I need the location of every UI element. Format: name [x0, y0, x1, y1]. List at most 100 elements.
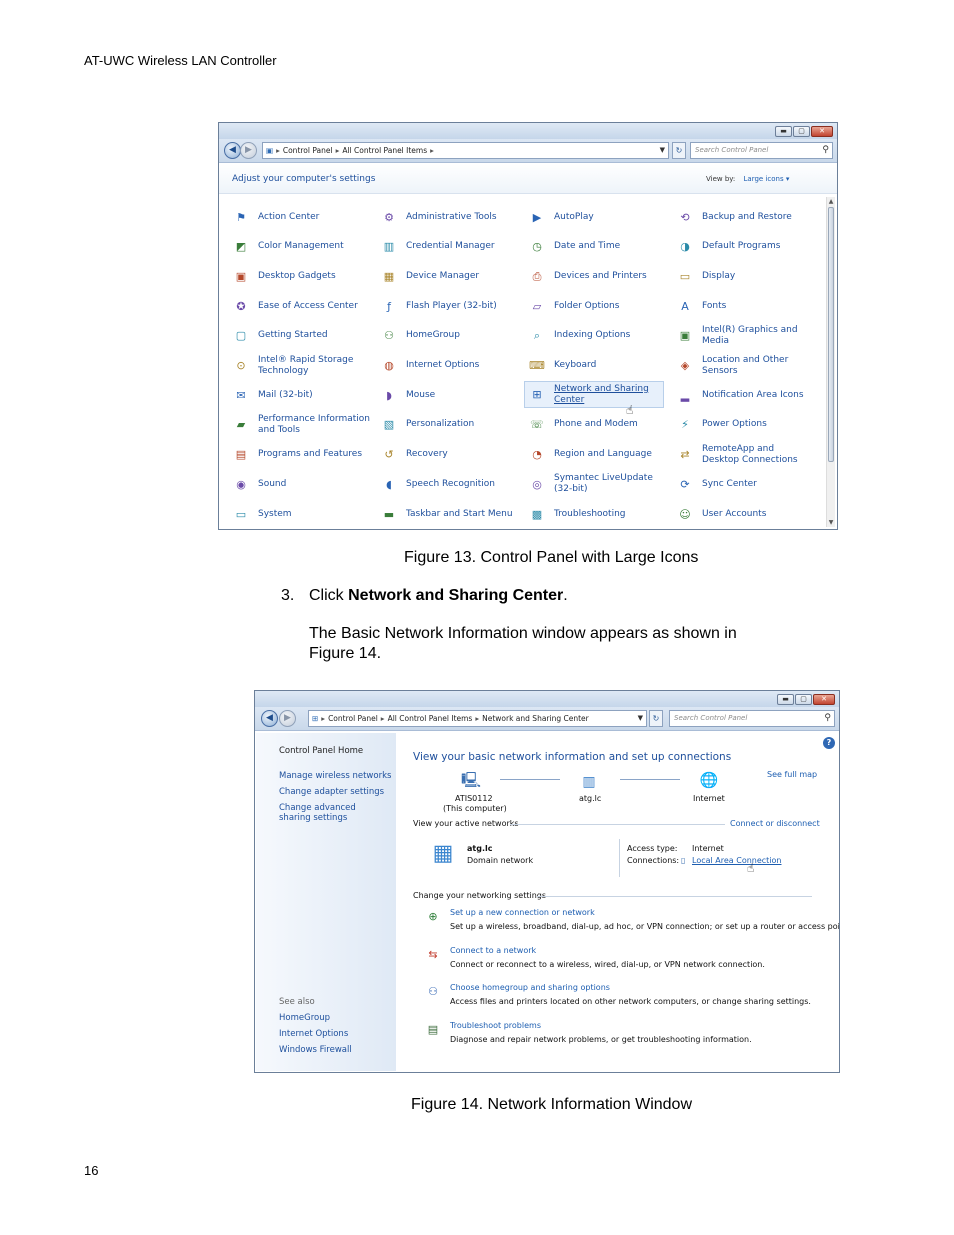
network-node-label: atg.lc — [579, 794, 602, 803]
search-input[interactable]: Search Control Panel ⚲ — [669, 710, 835, 727]
manage-wireless-link[interactable]: Manage wireless networks — [279, 771, 391, 781]
task-title[interactable]: Choose homegroup and sharing options — [450, 983, 610, 993]
homegroup-link[interactable]: HomeGroup — [279, 1013, 330, 1023]
windows-firewall-link[interactable]: Windows Firewall — [279, 1045, 352, 1055]
view-by-dropdown[interactable]: Large icons ▾ — [744, 175, 790, 183]
cp-item[interactable]: ☺ User Accounts — [676, 504, 812, 524]
cp-item-label: Backup and Restore — [702, 211, 792, 222]
cp-item[interactable]: ↺ Recovery — [380, 445, 520, 465]
color-icon: ◩ — [235, 240, 247, 254]
cp-item[interactable]: ⟲ Backup and Restore — [676, 207, 812, 227]
cp-item[interactable]: ▣ Desktop Gadgets — [232, 266, 372, 286]
cp-item[interactable]: A Fonts — [676, 296, 812, 316]
mail-icon: ✉ — [236, 388, 246, 402]
change-sharing-link[interactable]: Change advanced sharing settings — [279, 803, 389, 823]
cp-item[interactable]: ◩ Color Management — [232, 237, 372, 257]
address-bar[interactable]: ▣ ▸ Control Panel ▸ All Control Panel Items ▸… — [262, 142, 669, 159]
minimize-button[interactable]: ▬ — [775, 126, 792, 137]
scroll-up-icon[interactable]: ▲ — [827, 197, 835, 206]
title-bar: ▬ ▢ ✕ — [219, 123, 837, 139]
search-icon[interactable]: ⚲ — [824, 711, 831, 726]
cp-item[interactable]: ⇄ RemoteApp and Desktop Connections — [676, 444, 812, 465]
cp-item[interactable]: ▶ AutoPlay — [528, 207, 668, 227]
cp-item[interactable]: ▦ Device Manager — [380, 266, 520, 286]
scrollbar-thumb[interactable] — [828, 207, 834, 462]
cp-item[interactable]: ▧ Personalization — [380, 415, 520, 435]
cp-item[interactable]: ◑ Default Programs — [676, 237, 812, 257]
sound-icon: ◉ — [236, 477, 246, 491]
scroll-down-icon[interactable]: ▼ — [827, 518, 835, 527]
cp-item[interactable]: ⚇ HomeGroup — [380, 326, 520, 346]
task-title[interactable]: Set up a new connection or network — [450, 908, 595, 918]
minimize-button[interactable]: ▬ — [777, 694, 794, 705]
chevron-down-icon[interactable]: ▼ — [638, 711, 643, 726]
cp-item[interactable]: ◈ Location and Other Sensors — [676, 355, 812, 376]
computer-name: ATIS0112 — [455, 794, 493, 803]
cp-item[interactable]: ⟳ Sync Center — [676, 474, 812, 494]
cp-item-label: Speech Recognition — [406, 478, 496, 489]
cp-item[interactable]: ☏ Phone and Modem — [528, 415, 668, 435]
search-icon[interactable]: ⚲ — [822, 143, 829, 158]
cp-item[interactable]: ⌕ Indexing Options — [528, 326, 668, 346]
cp-item[interactable]: ◉ Sound — [232, 474, 372, 494]
cp-item-label: Personalization — [406, 419, 475, 430]
cp-item[interactable]: ◖ Speech Recognition — [380, 474, 520, 494]
address-toolbar: ◀ ▶ ▣ ▸ Control Panel ▸ All Control Panel It… — [219, 139, 837, 163]
cp-item[interactable]: ✪ Ease of Access Center — [232, 296, 372, 316]
change-adapter-link[interactable]: Change adapter settings — [279, 787, 384, 797]
cp-item[interactable]: ◍ Internet Options — [380, 356, 520, 376]
cp-item[interactable]: ▢ Getting Started — [232, 326, 372, 346]
forward-icon[interactable]: ▶ — [279, 710, 296, 727]
cp-item[interactable]: ƒ Flash Player (32-bit) — [380, 296, 520, 316]
cp-item[interactable]: ▭ System — [232, 504, 372, 524]
cp-item[interactable]: ▥ Credential Manager — [380, 237, 520, 257]
cp-item[interactable]: ✉ Mail (32-bit) — [232, 385, 372, 405]
cp-item[interactable]: ▱ Folder Options — [528, 296, 668, 316]
breadcrumb-item[interactable]: All Control Panel Items — [342, 146, 427, 155]
cp-item[interactable]: ⎙ Devices and Printers — [528, 266, 668, 286]
internet-options-link[interactable]: Internet Options — [279, 1029, 348, 1039]
scrollbar[interactable]: ▲ ▼ — [826, 197, 835, 527]
cp-item[interactable]: ▩ Troubleshooting — [528, 504, 668, 524]
cp-item[interactable]: ⊞ Network and Sharing Center — [524, 381, 664, 409]
breadcrumb-item[interactable]: All Control Panel Items — [388, 714, 473, 723]
breadcrumb-item[interactable]: Control Panel — [328, 714, 378, 723]
cp-item[interactable]: ▣ Intel(R) Graphics and Media — [676, 325, 812, 346]
cp-item[interactable]: ◔ Region and Language — [528, 445, 668, 465]
local-area-connection-link[interactable]: Local Area Connection — [692, 856, 782, 866]
maximize-button[interactable]: ▢ — [793, 126, 810, 137]
address-bar[interactable]: ⊞ ▸ Control Panel ▸ All Control Panel Items ▸… — [308, 710, 647, 727]
breadcrumb-item[interactable]: Network and Sharing Center — [482, 714, 589, 723]
cp-item[interactable]: ⌨ Keyboard — [528, 356, 668, 376]
back-icon[interactable]: ◀ — [224, 142, 241, 159]
maximize-button[interactable]: ▢ — [795, 694, 812, 705]
cp-item[interactable]: ◎ Symantec LiveUpdate (32-bit) — [528, 473, 668, 494]
cp-item[interactable]: ⊙ Intel® Rapid Storage Technology — [232, 355, 372, 376]
help-icon[interactable]: ? — [823, 737, 835, 749]
cp-item[interactable]: ▤ Programs and Features — [232, 445, 372, 465]
cp-item[interactable]: ▬ Taskbar and Start Menu — [380, 504, 520, 524]
refresh-icon[interactable]: ↻ — [649, 710, 663, 727]
search-input[interactable]: Search Control Panel ⚲ — [690, 142, 833, 159]
cp-item[interactable]: ⚡ Power Options — [676, 415, 812, 435]
cp-item[interactable]: ▂ Notification Area Icons — [676, 385, 812, 405]
cp-item[interactable]: ◷ Date and Time — [528, 237, 668, 257]
cp-item[interactable]: ◗ Mouse — [380, 385, 520, 405]
cp-item[interactable]: ▭ Display — [676, 266, 812, 286]
see-full-map-link[interactable]: See full map — [767, 770, 817, 780]
control-panel-home-link[interactable]: Control Panel Home — [279, 746, 363, 756]
refresh-icon[interactable]: ↻ — [672, 142, 686, 159]
back-icon[interactable]: ◀ — [261, 710, 278, 727]
cp-item[interactable]: ▰ Performance Information and Tools — [232, 414, 372, 435]
task-title[interactable]: Troubleshoot problems — [450, 1021, 541, 1031]
cp-item[interactable]: ⚙ Administrative Tools — [380, 207, 520, 227]
breadcrumb-item[interactable]: Control Panel — [283, 146, 333, 155]
cp-item[interactable]: ⚑ Action Center — [232, 207, 372, 227]
task-title[interactable]: Connect to a network — [450, 946, 536, 956]
close-button[interactable]: ✕ — [811, 126, 833, 137]
connect-disconnect-link[interactable]: Connect or disconnect — [730, 819, 820, 829]
forward-icon[interactable]: ▶ — [240, 142, 257, 159]
step-instruction: Click Network and Sharing Center. — [309, 586, 568, 606]
chevron-down-icon[interactable]: ▼ — [660, 143, 665, 158]
close-button[interactable]: ✕ — [813, 694, 835, 705]
